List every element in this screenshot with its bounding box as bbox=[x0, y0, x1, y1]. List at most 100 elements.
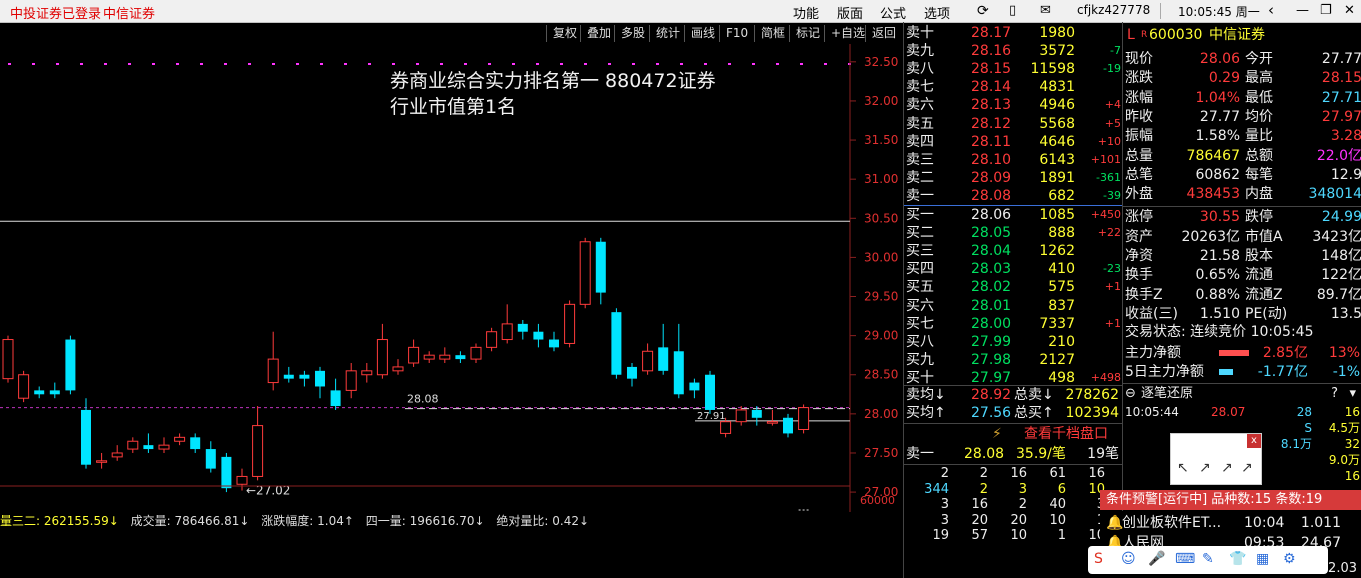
sell-level-row[interactable]: 卖九 28.16 3572 -7 bbox=[904, 42, 1123, 60]
arrow-tool-icon[interactable]: ↗ bbox=[1241, 460, 1253, 476]
candle-body bbox=[455, 355, 466, 360]
sell-level-row[interactable]: 卖十 28.17 1980 bbox=[904, 24, 1123, 42]
pen-icon[interactable]: ✎ bbox=[1202, 551, 1214, 567]
queue-head-row[interactable]: 卖一 28.08 35.9/笔 19笔 bbox=[904, 445, 1123, 463]
tool-f10[interactable]: F10 bbox=[719, 25, 754, 42]
quote-label: PE(动) bbox=[1245, 305, 1288, 322]
quote-value: 0.29 bbox=[1208, 70, 1240, 87]
thousand-level-button[interactable]: ⚡ 查看千档盘口 bbox=[904, 425, 1123, 443]
menu-layout[interactable]: 版面 bbox=[837, 3, 863, 22]
marker-dot bbox=[368, 63, 371, 65]
ime-toolbar[interactable]: S ☺ 🎤 ⌨ ✎ 👕 ▦ ⚙ bbox=[1088, 546, 1328, 574]
alert-row[interactable]: 🔔 创业板软件ET... 10:04 1.011 bbox=[1100, 514, 1361, 533]
candle-body bbox=[705, 374, 715, 410]
tick-count: 16 bbox=[1344, 469, 1360, 483]
tool-overlay[interactable]: 叠加 bbox=[580, 25, 617, 42]
quote-label: 均价 bbox=[1245, 108, 1273, 125]
tool-restore-rights[interactable]: 复权 bbox=[546, 25, 583, 42]
level-label: 卖五 bbox=[906, 115, 934, 132]
close-icon[interactable]: x bbox=[1247, 434, 1261, 448]
buy-level-row[interactable]: 买七 28.00 7337 +1 bbox=[904, 315, 1123, 333]
buy-average-row[interactable]: 买均↑ 27.56 总买↑ 102394 bbox=[904, 404, 1123, 422]
tool-draw-line[interactable]: 画线 bbox=[684, 25, 721, 42]
buy-level-row[interactable]: 买四 28.03 410 -23 bbox=[904, 260, 1123, 278]
candle-body bbox=[533, 331, 544, 340]
y-tick-label: 28.00 bbox=[864, 407, 898, 421]
menu-function[interactable]: 功能 bbox=[793, 3, 819, 22]
sell-level-row[interactable]: 卖一 28.08 682 -39 bbox=[904, 187, 1123, 205]
alert-text: 条件预警[运行中] 品种数:15 条数:19 bbox=[1106, 492, 1323, 507]
sell-level-row[interactable]: 卖八 28.15 11598 -19 bbox=[904, 60, 1123, 78]
level-volume: 3572 bbox=[1039, 43, 1075, 60]
stock-name[interactable]: 中信证券 bbox=[1209, 26, 1265, 45]
sell-level-row[interactable]: 卖三 28.10 6143 +101 bbox=[904, 151, 1123, 169]
emoji-icon[interactable]: ☺ bbox=[1121, 551, 1136, 567]
mic-icon[interactable]: 🎤 bbox=[1148, 551, 1165, 567]
menu-options[interactable]: 选项 bbox=[924, 3, 950, 22]
stock-code[interactable]: 600030 bbox=[1149, 26, 1202, 45]
queue-row[interactable]: 19 57 10 1 10 bbox=[904, 527, 1123, 545]
ray-tool-icon[interactable]: ↗ bbox=[1221, 460, 1233, 476]
close-icon[interactable]: ✕ bbox=[1344, 3, 1355, 18]
tool-mark[interactable]: 标记 bbox=[789, 25, 826, 42]
tool-stats[interactable]: 统计 bbox=[649, 25, 686, 42]
line-tool-icon[interactable]: ↗ bbox=[1199, 460, 1211, 476]
buy-level-row[interactable]: 买五 28.02 575 +1 bbox=[904, 278, 1123, 296]
grid-icon[interactable]: ▦ bbox=[1256, 551, 1269, 567]
login-status: 中投证券已登录 bbox=[10, 7, 102, 22]
lightning-icon: ⚡ bbox=[992, 426, 1002, 442]
sell-level-row[interactable]: 卖四 28.11 4646 +10 bbox=[904, 133, 1123, 151]
phone-icon[interactable]: ▯ bbox=[1009, 3, 1016, 18]
sogou-icon[interactable]: S bbox=[1094, 551, 1103, 567]
condition-alert-bar[interactable]: 条件预警[运行中] 品种数:15 条数:19 bbox=[1100, 490, 1361, 510]
skin-icon[interactable]: 👕 bbox=[1229, 551, 1246, 567]
tool-back[interactable]: 返回 bbox=[865, 25, 902, 42]
buy-level-row[interactable]: 买三 28.04 1262 bbox=[904, 242, 1123, 260]
buy-level-row[interactable]: 买六 28.01 837 bbox=[904, 297, 1123, 315]
net-bar bbox=[1219, 350, 1249, 356]
sell-average-row[interactable]: 卖均↓ 28.92 总卖↓ 278262 bbox=[904, 386, 1123, 404]
main-net-pct: 13% bbox=[1328, 345, 1360, 361]
buy-level-row[interactable]: 买九 27.98 2127 bbox=[904, 351, 1123, 369]
title-bar: 中投证券已登录 中信证券 功能 版面 公式 选项 ⟳ ▯ ✉ cfjkz4277… bbox=[0, 0, 1361, 23]
candle-body bbox=[81, 409, 91, 465]
sell-level-row[interactable]: 卖七 28.14 4831 bbox=[904, 78, 1123, 96]
level-volume: 575 bbox=[1048, 279, 1075, 296]
settings-icon[interactable]: ⚙ bbox=[1283, 551, 1296, 567]
quote-label: 涨停 bbox=[1125, 209, 1153, 226]
level-change: +22 bbox=[1097, 226, 1121, 240]
alert-value: 1.011 bbox=[1300, 515, 1341, 531]
sell-level-row[interactable]: 卖五 28.12 5568 +5 bbox=[904, 115, 1123, 133]
buy-level-row[interactable]: 买八 27.99 210 bbox=[904, 333, 1123, 351]
sell-level-row[interactable]: 卖六 28.13 4946 +4 bbox=[904, 96, 1123, 114]
buy-level-row[interactable]: 买二 28.05 888 +22 bbox=[904, 224, 1123, 242]
marker-dot bbox=[296, 63, 299, 65]
collapse-icon[interactable]: ⊖ bbox=[1125, 384, 1136, 403]
tool-multi-stock[interactable]: 多股 bbox=[614, 25, 651, 42]
help-icon[interactable]: ? bbox=[1331, 384, 1338, 403]
level-volume: 1891 bbox=[1039, 169, 1075, 186]
tool-add-watchlist[interactable]: +自选 bbox=[824, 25, 871, 42]
back-icon[interactable]: ‹ bbox=[1268, 1, 1274, 19]
marker-dot bbox=[560, 63, 563, 65]
quote-row: 总量 786467 总额 22.0亿 bbox=[1123, 147, 1361, 166]
candle-body bbox=[330, 390, 341, 407]
menu-formula[interactable]: 公式 bbox=[880, 3, 906, 22]
mail-icon[interactable]: ✉ bbox=[1040, 3, 1051, 18]
marker-dot bbox=[32, 63, 35, 65]
cursor-icon[interactable]: ↖ bbox=[1177, 460, 1189, 476]
level-label: 卖十 bbox=[906, 25, 934, 41]
dropdown-icon[interactable]: ▾ bbox=[1349, 384, 1356, 403]
broker-name[interactable]: 中信证券 bbox=[103, 3, 155, 22]
minimize-icon[interactable]: — bbox=[1296, 3, 1309, 18]
tool-simple-frame[interactable]: 简框 bbox=[754, 25, 791, 42]
sell-level-row[interactable]: 卖二 28.09 1891 -361 bbox=[904, 169, 1123, 187]
candle-body bbox=[174, 436, 186, 442]
candle-body bbox=[470, 346, 482, 360]
buy-level-row[interactable]: 买一 28.06 1085 +450 bbox=[904, 206, 1123, 224]
candle-body bbox=[735, 409, 747, 423]
refresh-icon[interactable]: ⟳ bbox=[977, 3, 989, 19]
drawing-popup[interactable]: x ↖ ↗ ↗ ↗ bbox=[1170, 433, 1262, 485]
restore-icon[interactable]: ❐ bbox=[1320, 3, 1332, 18]
keyboard-icon[interactable]: ⌨ bbox=[1175, 551, 1195, 567]
